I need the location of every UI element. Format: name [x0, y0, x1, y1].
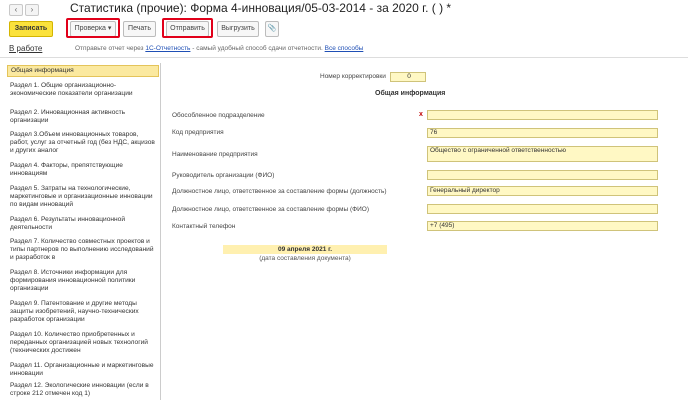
field-label-company-name: Наименование предприятия: [172, 151, 258, 158]
sidebar-item-section-5[interactable]: Раздел 5. Затраты на технологические, ма…: [7, 184, 159, 210]
document-date-caption: (дата составления документа): [259, 255, 351, 262]
forward-arrow-icon[interactable]: ›: [25, 4, 39, 16]
sidebar-item-section-12[interactable]: Раздел 12. Экологические инновации (если…: [7, 381, 159, 399]
field-label-phone: Контактный телефон: [172, 223, 236, 230]
sidebar-splitter[interactable]: [160, 63, 161, 400]
sidebar-item-section-6[interactable]: Раздел 6. Результаты инновационной деяте…: [7, 215, 159, 233]
field-director[interactable]: [427, 170, 658, 180]
paperclip-icon[interactable]: 📎: [265, 21, 279, 37]
check-highlight-frame: [66, 18, 120, 38]
divider: [0, 57, 688, 58]
tab-in-work[interactable]: В работе: [9, 44, 42, 53]
required-mark: x: [419, 111, 423, 118]
sidebar-item-section-10[interactable]: Раздел 10. Количество приобретенных и пе…: [7, 330, 159, 356]
document-date[interactable]: 09 апреля 2021 г.: [223, 245, 387, 254]
save-button[interactable]: Записать: [9, 21, 53, 37]
sidebar-item-section-4[interactable]: Раздел 4. Факторы, препятствующие иннова…: [7, 161, 159, 179]
form-area: Номер корректировки 0 Общая информация О…: [165, 63, 688, 400]
info-mid: - самый удобный способ сдачи отчетности.: [190, 45, 325, 52]
sidebar: Общая информация Раздел 1. Общие организ…: [7, 63, 159, 400]
field-branch[interactable]: [427, 110, 658, 120]
link-1c-reporting[interactable]: 1С-Отчетность: [145, 45, 190, 52]
print-button[interactable]: Печать: [123, 21, 156, 37]
field-label-responsible-position: Должностное лицо, ответственное за соста…: [172, 188, 387, 195]
info-text: Отправьте отчет через 1С-Отчетность - са…: [75, 45, 363, 52]
info-prefix: Отправьте отчет через: [75, 45, 146, 52]
correction-number-field[interactable]: 0: [390, 72, 426, 82]
field-responsible-name[interactable]: [427, 204, 658, 214]
sidebar-item-section-3[interactable]: Раздел 3.Объем инновационных товаров, ра…: [7, 130, 159, 156]
title-bar: ‹ › Статистика (прочие): Форма 4-инновац…: [0, 0, 688, 18]
sidebar-item-section-1[interactable]: Раздел 1. Общие организационно-экономиче…: [7, 81, 159, 99]
field-responsible-position[interactable]: Генеральный директор: [427, 186, 658, 196]
link-all-methods[interactable]: Все способы: [325, 45, 364, 52]
field-code[interactable]: 76: [427, 128, 658, 138]
field-phone[interactable]: +7 (495): [427, 221, 658, 231]
field-label-responsible-name: Должностное лицо, ответственное за соста…: [172, 206, 369, 213]
send-highlight-frame: [162, 18, 213, 38]
info-line: В работе Отправьте отчет через 1С-Отчетн…: [0, 44, 688, 56]
field-label-code: Код предприятия: [172, 129, 224, 136]
sidebar-item-section-2[interactable]: Раздел 2. Инновационная активность орган…: [7, 108, 159, 126]
export-button[interactable]: Выгрузить: [217, 21, 259, 37]
field-label-director: Руководитель организации (ФИО): [172, 172, 275, 179]
field-company-name[interactable]: Общество с ограниченной ответственностью: [427, 146, 658, 162]
sidebar-item-section-8[interactable]: Раздел 8. Источники информации для форми…: [7, 268, 159, 294]
sidebar-item-general[interactable]: Общая информация: [7, 65, 159, 77]
sidebar-item-section-7[interactable]: Раздел 7. Количество совместных проектов…: [7, 237, 159, 263]
window-title: Статистика (прочие): Форма 4-инновация/0…: [70, 1, 452, 15]
field-label-branch: Обособленное подразделение: [172, 112, 265, 119]
section-title: Общая информация: [375, 90, 446, 97]
toolbar: Записать Проверка ▾ Печать Отправить Выг…: [0, 18, 688, 40]
sidebar-item-section-11[interactable]: Раздел 11. Организационные и маркетингов…: [7, 361, 159, 379]
back-arrow-icon[interactable]: ‹: [9, 4, 23, 16]
sidebar-item-section-9[interactable]: Раздел 9. Патентование и другие методы з…: [7, 299, 159, 325]
correction-number-label: Номер корректировки: [320, 73, 386, 80]
